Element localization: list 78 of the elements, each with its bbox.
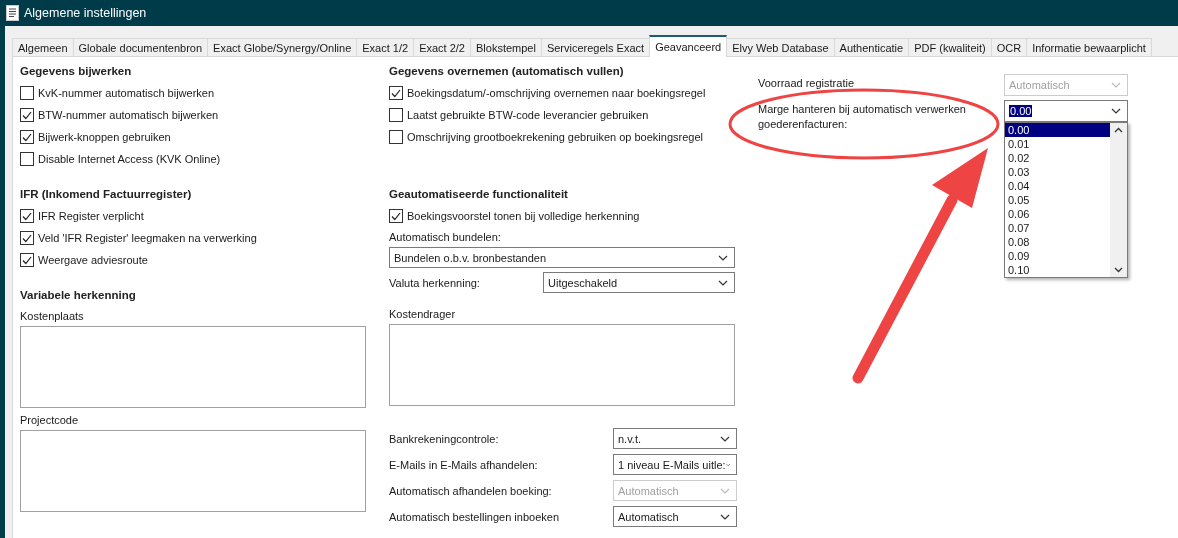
field-label: E-Mails in E-Mails afhandelen:	[389, 458, 538, 471]
chevron-down-icon	[718, 279, 728, 286]
section-heading: Gegevens bijwerken	[20, 64, 133, 79]
dropdown[interactable]: Uitgeschakeld	[543, 272, 735, 293]
checkbox-label[interactable]: Boekingsvoorstel tonen bij volledige herkenning	[407, 210, 640, 222]
tab[interactable]: Informatie bewaarplicht	[1026, 38, 1152, 56]
scroll-down-icon[interactable]	[1114, 267, 1123, 273]
dropdown-option[interactable]: 0.07	[1005, 221, 1110, 235]
checkbox-label[interactable]: Veld 'IFR Register' leegmaken na verwerking	[38, 232, 257, 244]
checkbox-label[interactable]: KvK-nummer automatisch bijwerken	[38, 87, 215, 99]
field-label: Marge hanteren bij automatisch verwerken goederenfacturen:	[758, 102, 967, 132]
dropdown-option[interactable]: 0.10	[1005, 263, 1110, 277]
tab[interactable]: Blokstempel	[470, 38, 542, 56]
checkbox[interactable]	[20, 253, 34, 267]
checkbox-label[interactable]: Omschrijving grootboekrekening gebruiken op boekingsregel	[407, 131, 703, 143]
chevron-down-icon	[720, 435, 730, 442]
dropdown[interactable]: Bundelen o.b.v. bronbestanden	[389, 247, 735, 268]
field-label: Automatisch bestellingen inboeken	[389, 510, 559, 523]
checkbox[interactable]	[20, 231, 34, 245]
text-area[interactable]	[20, 430, 366, 512]
document-icon	[6, 5, 19, 21]
checkbox[interactable]	[20, 86, 34, 100]
checkbox-label[interactable]: IFR Register verplicht	[38, 210, 144, 222]
chevron-down-icon	[718, 254, 728, 261]
tab[interactable]: PDF (kwaliteit)	[908, 38, 992, 56]
dropdown-option[interactable]: 0.05	[1005, 193, 1110, 207]
checkbox[interactable]	[389, 86, 403, 100]
section-heading: Geautomatiseerde functionaliteit	[389, 187, 569, 202]
checkbox[interactable]	[20, 209, 34, 223]
section-heading: IFR (Inkomend Factuurregister)	[20, 187, 193, 202]
checkbox[interactable]	[389, 108, 403, 122]
dropdown-option[interactable]: 0.06	[1005, 207, 1110, 221]
chevron-down-icon	[720, 487, 730, 494]
section-heading: Variabele herkenning	[20, 288, 137, 303]
checkbox-label[interactable]: Laatst gebruikte BTW-code leverancier gebruiken	[407, 109, 649, 121]
checkbox-label[interactable]: Weergave adviesroute	[38, 254, 148, 266]
checkbox[interactable]	[20, 152, 34, 166]
section-heading: Gegevens overnemen (automatisch vullen)	[389, 64, 625, 79]
chevron-down-icon	[1111, 82, 1121, 88]
dropdown[interactable]: Automatisch	[613, 506, 737, 527]
tab[interactable]: Algemeen	[12, 38, 74, 56]
field-label: Kostendrager	[389, 307, 457, 322]
tab[interactable]: Elvy Web Database	[726, 38, 835, 56]
window-title: Algemene instellingen	[24, 6, 147, 20]
scroll-up-icon[interactable]	[1114, 127, 1123, 133]
dropdown-option[interactable]: 0.04	[1005, 179, 1110, 193]
chevron-down-icon	[725, 461, 730, 468]
field-label: Automatisch bundelen:	[389, 230, 502, 245]
dropdown-option[interactable]: 0.02	[1005, 151, 1110, 165]
dropdown-option[interactable]: 0.08	[1005, 235, 1110, 249]
checkbox[interactable]	[20, 108, 34, 122]
checkbox[interactable]	[389, 130, 403, 144]
field-label: Projectcode	[20, 413, 80, 428]
checkbox-label[interactable]: BTW-nummer automatisch bijwerken	[38, 109, 219, 121]
checkbox[interactable]	[389, 209, 403, 223]
tab[interactable]: Geavanceerd	[649, 35, 728, 57]
dropdown[interactable]: 1 niveau E-Mails uitle:	[613, 454, 737, 475]
field-label: Automatisch afhandelen boeking:	[389, 484, 552, 497]
chevron-down-icon	[720, 513, 730, 520]
field-label: Kostenplaats	[20, 309, 85, 324]
checkbox-label[interactable]: Bijwerk-knoppen gebruiken	[38, 131, 171, 143]
dropdown-option[interactable]: 0.03	[1005, 165, 1110, 179]
checkbox[interactable]	[20, 130, 34, 144]
dropdown[interactable]: n.v.t.	[613, 428, 737, 449]
dropdown-option[interactable]: 0.00	[1005, 123, 1110, 137]
tab[interactable]: Exact Globe/Synergy/Online	[207, 38, 358, 56]
dropdown[interactable]: 0.00	[1004, 100, 1128, 122]
field-label: Voorraad registratie	[758, 76, 855, 91]
text-area[interactable]	[389, 324, 735, 406]
dropdown-option[interactable]: 0.09	[1005, 249, 1110, 263]
chevron-down-icon	[1111, 108, 1121, 114]
checkbox-label[interactable]: Disable Internet Access (KVK Online)	[38, 153, 221, 165]
checkbox-label[interactable]: Boekingsdatum/-omschrijving overnemen naar boekingsregel	[407, 87, 706, 99]
field-label: Bankrekeningcontrole:	[389, 432, 499, 445]
dropdown-option[interactable]: 0.01	[1005, 137, 1110, 151]
text-area[interactable]	[20, 326, 366, 408]
field-label: Valuta herkenning:	[389, 276, 480, 289]
tab[interactable]: Serviceregels Exact	[540, 38, 651, 56]
